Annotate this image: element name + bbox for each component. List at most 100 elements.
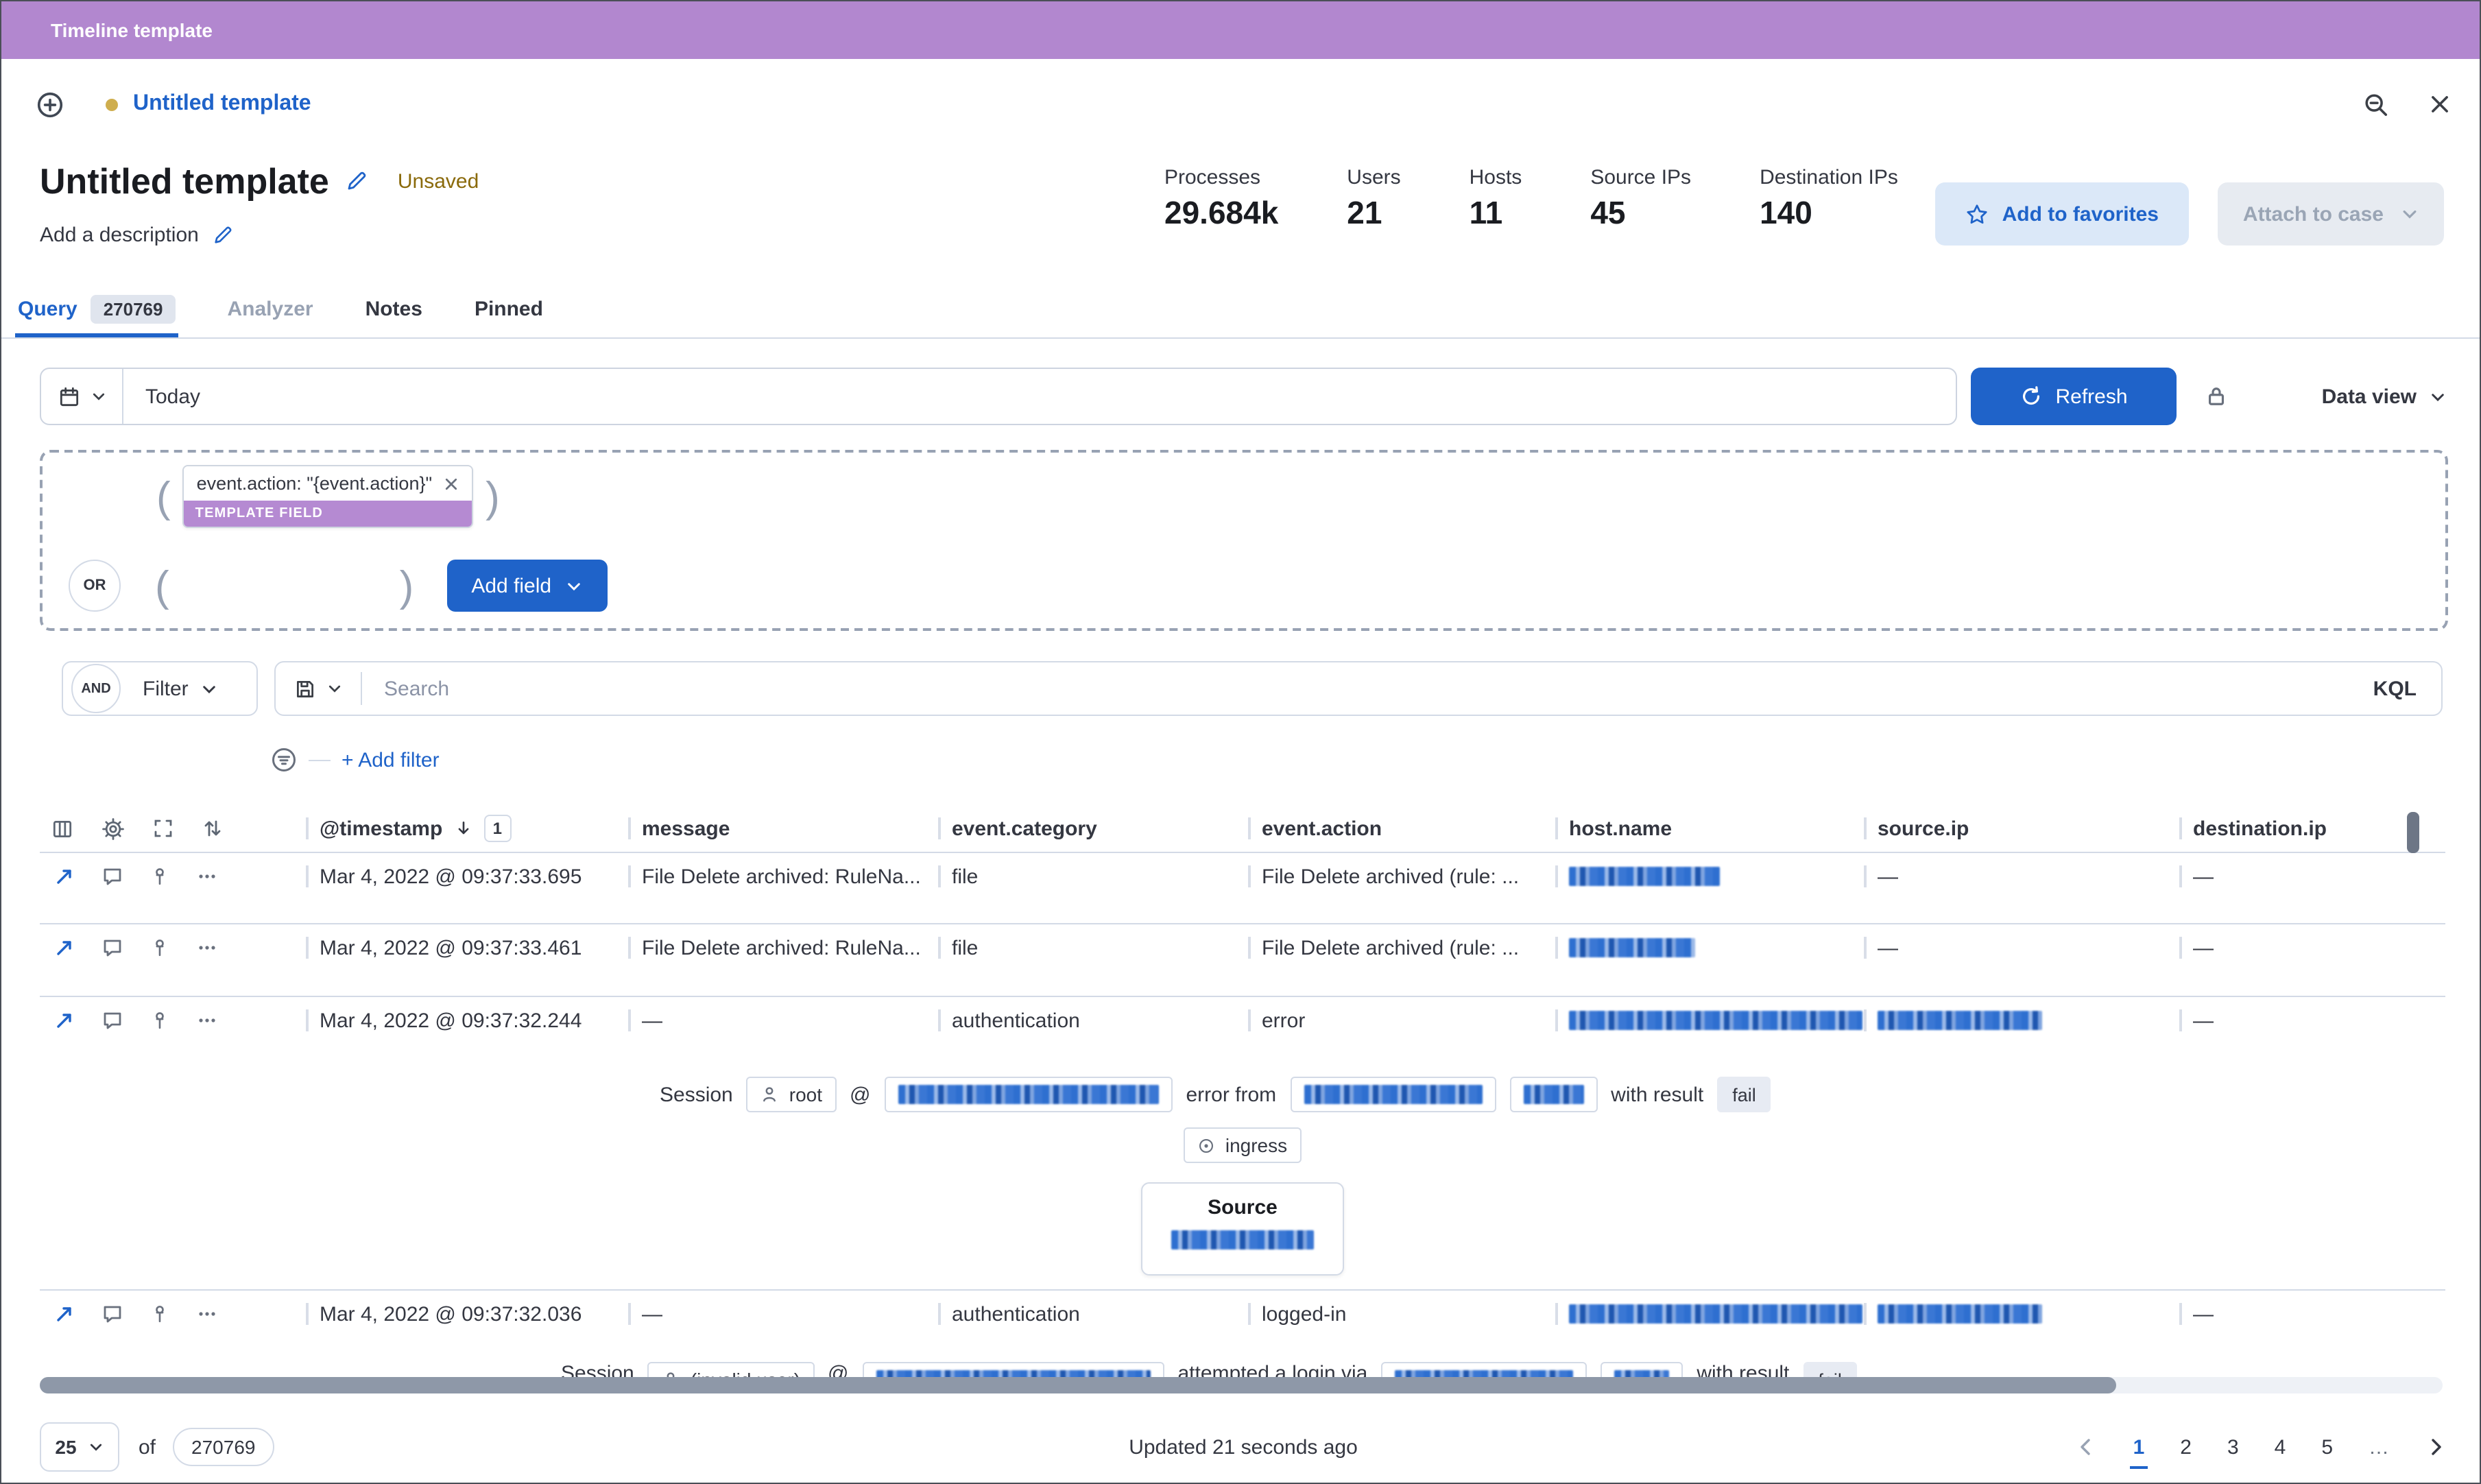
tab-notes[interactable]: Notes <box>363 284 425 337</box>
page-5[interactable]: 5 <box>2321 1435 2333 1459</box>
close-icon[interactable] <box>2428 92 2452 117</box>
cell-timestamp[interactable]: Mar 4, 2022 @ 09:37:32.036 <box>320 1303 582 1326</box>
previous-page-icon[interactable] <box>2076 1436 2098 1458</box>
date-range-value[interactable]: Today <box>123 385 200 408</box>
table-row: Mar 4, 2022 @ 09:37:33.695 File Delete a… <box>40 853 2445 924</box>
saved-query-menu-button[interactable] <box>276 662 361 715</box>
cell-message[interactable]: File Delete archived: RuleNa... <box>642 937 921 960</box>
column-header-host-name[interactable]: host.name <box>1555 817 1864 841</box>
refresh-button[interactable]: Refresh <box>1971 368 2177 425</box>
column-header-timestamp[interactable]: @timestamp 1 <box>306 815 628 843</box>
timeline-nav-row: Untitled template <box>36 75 2452 133</box>
expand-event-icon[interactable] <box>53 865 75 887</box>
column-header-destination-ip[interactable]: destination.ip <box>2179 817 2445 841</box>
event-actions-icon[interactable] <box>196 1009 218 1031</box>
network-direction-row: ingress <box>40 1122 2445 1169</box>
column-header-event-action[interactable]: event.action <box>1248 817 1555 841</box>
cell-message[interactable]: File Delete archived: RuleNa... <box>642 865 921 888</box>
pin-event-icon[interactable] <box>149 866 170 887</box>
pin-event-icon[interactable] <box>149 938 170 959</box>
next-page-icon[interactable] <box>2425 1436 2447 1458</box>
page-2[interactable]: 2 <box>2180 1435 2192 1459</box>
vertical-scrollbar-thumb[interactable] <box>2407 812 2419 853</box>
page-1[interactable]: 1 <box>2130 1435 2148 1468</box>
column-header-source-ip[interactable]: source.ip <box>1864 817 2179 841</box>
add-filter-link[interactable]: + Add filter <box>341 748 440 771</box>
timeline-name-link[interactable]: Untitled template <box>133 92 311 117</box>
page-3[interactable]: 3 <box>2227 1435 2239 1459</box>
search-input[interactable] <box>362 675 2373 702</box>
add-description-label[interactable]: Add a description <box>40 224 199 247</box>
direction-icon <box>1198 1136 1216 1154</box>
cell-timestamp[interactable]: Mar 4, 2022 @ 09:37:32.244 <box>320 1009 582 1032</box>
remove-field-icon[interactable] <box>443 475 459 492</box>
add-note-icon[interactable] <box>101 1304 123 1326</box>
expand-event-icon[interactable] <box>53 1304 75 1326</box>
event-actions-icon[interactable] <box>196 1304 218 1326</box>
filter-search-bar: AND Filter KQL <box>40 660 2443 717</box>
cell-event-category[interactable]: file <box>952 865 978 888</box>
template-field-pill[interactable]: event.action: "{event.action}" TEMPLATE … <box>182 465 474 528</box>
add-to-favorites-button[interactable]: Add to favorites <box>1934 182 2189 246</box>
cell-host-name-redacted[interactable] <box>1569 938 1695 958</box>
data-view-selector[interactable]: Data view <box>2322 385 2447 408</box>
add-note-icon[interactable] <box>101 1009 123 1031</box>
column-header-message[interactable]: message <box>628 817 938 841</box>
kql-toggle[interactable]: KQL <box>2373 677 2441 700</box>
source-ip-port-redacted[interactable] <box>1171 1230 1314 1249</box>
pin-event-icon[interactable] <box>149 1010 170 1031</box>
add-note-icon[interactable] <box>101 865 123 887</box>
column-header-event-category[interactable]: event.category <box>938 817 1248 841</box>
cell-host-name-redacted[interactable] <box>1569 1304 1862 1324</box>
direction-badge[interactable]: ingress <box>1184 1127 1302 1163</box>
page-size-value: 25 <box>55 1436 77 1458</box>
page-size-select[interactable]: 25 <box>40 1422 119 1472</box>
cell-source-ip: — <box>1878 865 1898 888</box>
event-actions-icon[interactable] <box>196 937 218 959</box>
process-badge-redacted[interactable] <box>1290 1077 1496 1112</box>
expand-event-icon[interactable] <box>53 1009 75 1031</box>
edit-title-icon[interactable] <box>346 170 368 192</box>
event-actions-icon[interactable] <box>196 865 218 887</box>
source-card: Source <box>1141 1182 1344 1276</box>
sort-fields-icon[interactable] <box>202 818 224 840</box>
cell-event-action[interactable]: File Delete archived (rule: ... <box>1262 865 1519 888</box>
cell-timestamp[interactable]: Mar 4, 2022 @ 09:37:33.695 <box>320 865 582 888</box>
horizontal-scrollbar-track[interactable] <box>40 1377 2443 1393</box>
lock-date-range-icon[interactable] <box>2204 384 2229 409</box>
result-badge[interactable]: fail <box>1717 1077 1771 1112</box>
cell-host-name-redacted[interactable] <box>1569 867 1720 886</box>
page-4[interactable]: 4 <box>2275 1435 2286 1459</box>
fullscreen-icon[interactable] <box>152 818 174 840</box>
cell-event-action[interactable]: File Delete archived (rule: ... <box>1262 937 1519 960</box>
tab-query[interactable]: Query 270769 <box>15 284 178 337</box>
cell-source-ip-redacted[interactable] <box>1878 1011 2042 1030</box>
add-note-icon[interactable] <box>101 937 123 959</box>
cell-event-action[interactable]: error <box>1262 1009 1305 1032</box>
banner-title: Timeline template <box>51 19 213 41</box>
horizontal-scrollbar-thumb[interactable] <box>40 1377 2116 1393</box>
pin-event-icon[interactable] <box>149 1304 170 1325</box>
date-picker-menu-button[interactable] <box>41 369 123 424</box>
user-badge[interactable]: root <box>746 1077 836 1112</box>
host-badge-redacted[interactable] <box>884 1077 1173 1112</box>
kpi-value: 29.684k <box>1164 195 1279 230</box>
cell-source-ip-redacted[interactable] <box>1878 1304 2042 1324</box>
inspect-icon[interactable] <box>2363 91 2389 117</box>
cell-timestamp[interactable]: Mar 4, 2022 @ 09:37:33.461 <box>320 937 582 960</box>
attach-to-case-button[interactable]: Attach to case <box>2218 182 2444 246</box>
cell-event-category[interactable]: authentication <box>952 1009 1080 1032</box>
pid-badge-redacted[interactable] <box>1509 1077 1598 1112</box>
columns-icon[interactable] <box>51 817 74 841</box>
expand-event-icon[interactable] <box>53 937 75 959</box>
new-timeline-icon[interactable] <box>36 90 64 119</box>
tab-pinned[interactable]: Pinned <box>472 284 546 337</box>
tab-analyzer[interactable]: Analyzer <box>225 284 316 337</box>
gear-icon[interactable] <box>101 817 125 841</box>
cell-host-name-redacted[interactable] <box>1569 1011 1862 1030</box>
cell-event-action[interactable]: logged-in <box>1262 1303 1346 1326</box>
cell-event-category[interactable]: authentication <box>952 1303 1080 1326</box>
cell-event-category[interactable]: file <box>952 937 978 960</box>
edit-description-icon[interactable] <box>213 225 233 246</box>
add-field-button[interactable]: Add field <box>446 560 608 612</box>
